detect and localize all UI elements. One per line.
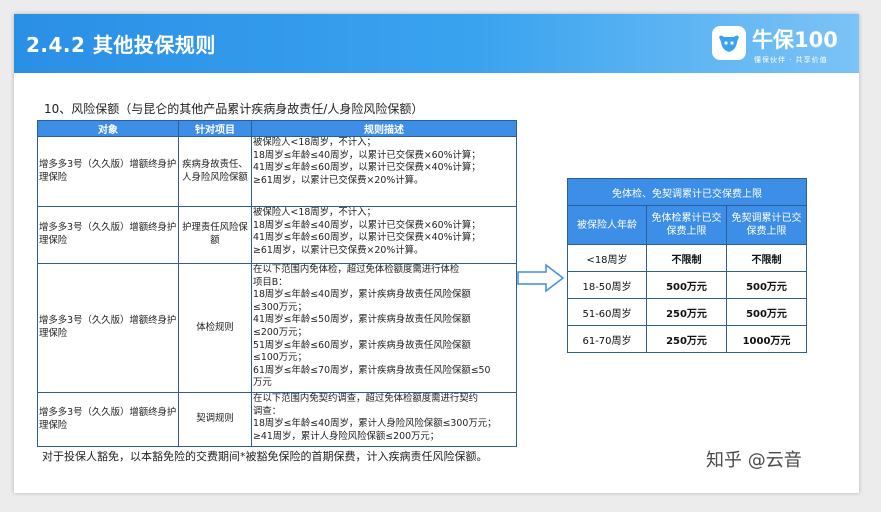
rule-table-header-row: 对象 针对项目 规则描述 — [37, 120, 517, 137]
cell-item: 体检规则 — [178, 263, 252, 393]
table-row: <18周岁 不限制 不限制 — [567, 244, 808, 272]
slide: 2.4.2 其他投保规则 牛保100 懂保伙伴 · 共享价值 10、风险保额（与… — [14, 14, 859, 493]
desc-line: 被保险人<18周岁，不计入； — [253, 207, 376, 218]
col-header-survey-limit: 免契调累计已交保费上限 — [725, 205, 808, 245]
cell-desc: 被保险人<18周岁，不计入； 18周岁≤年龄≤40周岁，以累计已交保费×60%计… — [251, 206, 517, 264]
cell-age: 61-70周岁 — [567, 325, 647, 353]
cell-desc: 在以下范围内免体检，超过免体检额度需进行体检 项目B： 18周岁≤年龄≤40周岁… — [251, 263, 517, 393]
cell-item: 契调规则 — [178, 392, 252, 447]
limit-table-title: 免体检、免契调累计已交保费上限 — [566, 178, 808, 206]
col-header-object: 对象 — [37, 120, 179, 137]
table-row: 增多多3号（久久版）增额终身护理保险 体检规则 在以下范围内免体检，超过免体检额… — [37, 263, 517, 393]
cell-item: 护理责任风险保额 — [178, 206, 252, 264]
desc-line: ≥61周岁，以累计已交保费×20%计算。 — [253, 244, 424, 256]
footnote: 对于投保人豁免，以本豁免险的交费期间*被豁免保险的首期保费，计入疾病责任风险保额… — [42, 450, 488, 463]
cell-desc: 被保险人<18周岁，不计入； 18周岁≤年龄≤40周岁，以累计已交保费×60%计… — [251, 136, 517, 207]
desc-line: 18周岁≤年龄≤40周岁，累计人身险风险保额≤300万元； — [253, 418, 497, 430]
desc-line: 41周岁≤年龄≤60周岁，以累计已交保费×40%计算； — [253, 232, 481, 244]
limit-table: 免体检、免契调累计已交保费上限 被保险人年龄 免体检累计已交保费上限 免契调累计… — [566, 178, 808, 353]
desc-line: 被保险人<18周岁，不计入； — [253, 137, 376, 148]
desc-line: 在以下范围内免契约调查，超过免体检额度需进行契约 — [253, 393, 479, 404]
cell-survey-limit: 500万元 — [725, 271, 808, 299]
col-header-age: 被保险人年龄 — [567, 205, 647, 245]
cell-age: 51-60周岁 — [567, 298, 647, 326]
desc-line: 18周岁≤年龄≤40周岁，以累计已交保费×60%计算； — [253, 219, 481, 231]
cell-object: 增多多3号（久久版）增额终身护理保险 — [37, 206, 179, 264]
desc-line: ≤100万元； — [253, 352, 307, 364]
bull-logo-icon — [712, 26, 746, 60]
desc-line: 项目B： — [253, 276, 288, 288]
cell-object: 增多多3号（久久版）增额终身护理保险 — [37, 136, 179, 207]
table-row: 61-70周岁 250万元 1000万元 — [567, 325, 808, 353]
table-row: 增多多3号（久久版）增额终身护理保险 疾病身故责任、人身险风险保额 被保险人<1… — [37, 136, 517, 207]
desc-line: 18周岁≤年龄≤40周岁，累计疾病身故责任风险保额 — [253, 289, 471, 301]
desc-line: 41周岁≤年龄≤60周岁，以累计已交保费×40%计算； — [253, 162, 481, 174]
desc-line: ≥41周岁，累计人身险风险保额≤200万元； — [253, 430, 440, 442]
cell-exam-limit: 不限制 — [646, 244, 727, 272]
desc-line: 在以下范围内免体检，超过免体检额度需进行体检 — [253, 264, 460, 275]
limit-table-header-row: 被保险人年龄 免体检累计已交保费上限 免契调累计已交保费上限 — [567, 205, 808, 245]
desc-line: 万元 — [253, 377, 272, 389]
watermark: 知乎 @云音 — [706, 450, 802, 471]
right-arrow-icon — [516, 262, 566, 298]
brand-logo: 牛保100 懂保伙伴 · 共享价值 — [712, 24, 852, 68]
desc-line: ≤300万元； — [253, 301, 307, 313]
cell-object: 增多多3号（久久版）增额终身护理保险 — [37, 392, 179, 447]
col-header-exam-limit: 免体检累计已交保费上限 — [646, 205, 727, 245]
cell-survey-limit: 500万元 — [725, 298, 808, 326]
col-header-desc: 规则描述 — [251, 120, 517, 137]
table-row: 18-50周岁 500万元 500万元 — [567, 271, 808, 299]
cell-age: <18周岁 — [567, 244, 647, 272]
logo-slogan: 懂保伙伴 · 共享价值 — [754, 56, 828, 64]
col-header-item: 针对项目 — [178, 120, 252, 137]
desc-line: ≥61周岁，以累计已交保费×20%计算。 — [253, 174, 424, 186]
cell-age: 18-50周岁 — [567, 271, 647, 299]
cell-survey-limit: 1000万元 — [725, 325, 808, 353]
cell-survey-limit: 不限制 — [725, 244, 808, 272]
section-title: 10、风险保额（与昆仑的其他产品累计疾病身故责任/人身险风险保额） — [44, 102, 424, 116]
logo-name: 牛保100 — [752, 28, 838, 52]
table-row: 增多多3号（久久版）增额终身护理保险 护理责任风险保额 被保险人<18周岁，不计… — [37, 206, 517, 264]
rule-table: 对象 针对项目 规则描述 增多多3号（久久版）增额终身护理保险 疾病身故责任、人… — [37, 120, 517, 447]
desc-line: 18周岁≤年龄≤40周岁，以累计已交保费×60%计算； — [253, 149, 481, 161]
desc-line: ≤200万元； — [253, 326, 307, 338]
cell-item: 疾病身故责任、人身险风险保额 — [178, 136, 252, 207]
page-title: 2.4.2 其他投保规则 — [26, 33, 216, 57]
desc-line: 41周岁≤年龄≤50周岁，累计疾病身故责任风险保额 — [253, 314, 471, 326]
cell-exam-limit: 250万元 — [646, 325, 727, 353]
header-banner: 2.4.2 其他投保规则 牛保100 懂保伙伴 · 共享价值 — [14, 14, 859, 73]
cell-exam-limit: 500万元 — [646, 271, 727, 299]
limit-table-title-row: 免体检、免契调累计已交保费上限 — [566, 178, 808, 206]
cell-object: 增多多3号（久久版）增额终身护理保险 — [37, 263, 179, 393]
cell-exam-limit: 250万元 — [646, 298, 727, 326]
table-row: 增多多3号（久久版）增额终身护理保险 契调规则 在以下范围内免契约调查，超过免体… — [37, 392, 517, 447]
desc-line: 61周岁≤年龄≤70周岁，累计疾病身故责任风险保额≤50 — [253, 364, 491, 376]
table-row: 51-60周岁 250万元 500万元 — [567, 298, 808, 326]
cell-desc: 在以下范围内免契约调查，超过免体检额度需进行契约 调查： 18周岁≤年龄≤40周… — [251, 392, 517, 447]
desc-line: 调查： — [253, 405, 282, 417]
desc-line: 51周岁≤年龄≤60周岁，累计疾病身故责任风险保额 — [253, 339, 471, 351]
